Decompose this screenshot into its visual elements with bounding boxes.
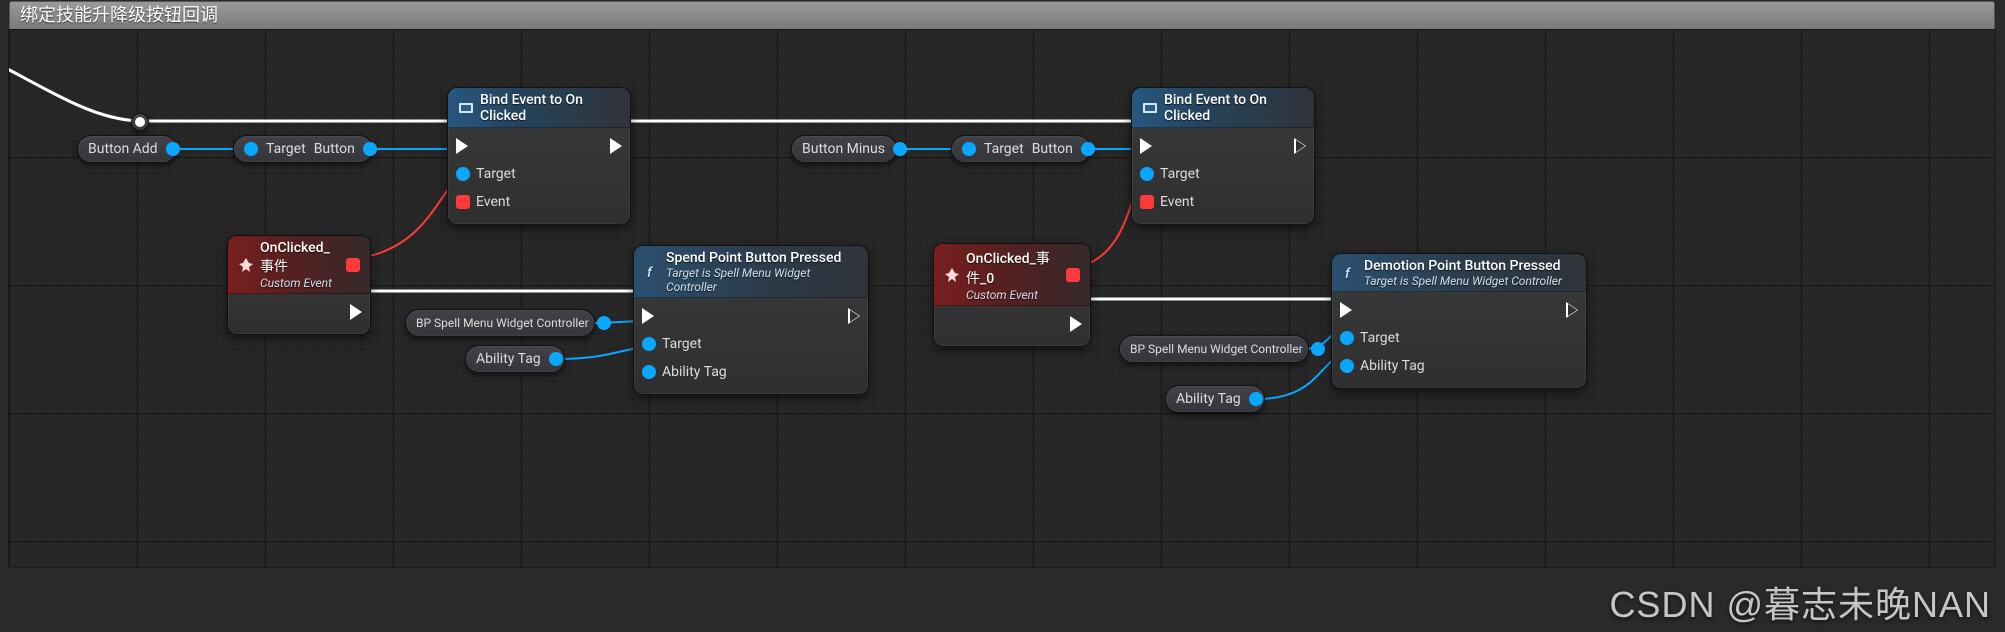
comment-title[interactable]: 绑定技能升降级按钮回调 xyxy=(9,1,1995,29)
watermark: CSDN @暮志未晚NAN xyxy=(1609,576,1991,628)
svg-text:f: f xyxy=(1345,266,1351,281)
ability-tag-pin[interactable] xyxy=(642,365,656,379)
variable-button-add[interactable]: Button Add xyxy=(77,135,177,163)
function-icon: f xyxy=(1342,265,1358,281)
node-title: OnClicked_事件 xyxy=(260,240,330,275)
pill-label-target: Target xyxy=(266,141,306,157)
exec-out-pin[interactable] xyxy=(610,138,622,154)
node-header[interactable]: Bind Event to On Clicked xyxy=(1132,88,1314,128)
variable-ability-tag-1[interactable]: Ability Tag xyxy=(465,345,565,373)
exec-out-pin[interactable] xyxy=(1294,138,1306,154)
variable-controller-2[interactable]: BP Spell Menu Widget Controller xyxy=(1119,335,1309,363)
variable-ability-tag-2[interactable]: Ability Tag xyxy=(1165,385,1265,413)
svg-text:f: f xyxy=(647,265,653,280)
node-header[interactable]: OnClicked_事件_0 Custom Event xyxy=(934,244,1090,306)
output-pin[interactable] xyxy=(1081,142,1095,156)
output-pin[interactable] xyxy=(597,316,611,330)
pill-label-button: Button xyxy=(1032,141,1073,157)
pin-label: Target xyxy=(1360,330,1400,346)
node-custom-event-onclicked-1[interactable]: OnClicked_事件 Custom Event xyxy=(227,235,371,335)
node-header[interactable]: OnClicked_事件 Custom Event xyxy=(228,236,370,294)
pill-label: Ability Tag xyxy=(1176,391,1241,407)
node-subtitle: Target is Spell Menu Widget Controller xyxy=(1364,274,1562,288)
function-icon: f xyxy=(644,264,660,280)
output-pin[interactable] xyxy=(1311,342,1325,356)
delegate-out-pin[interactable] xyxy=(346,258,360,272)
node-subtitle: Custom Event xyxy=(260,276,340,290)
pin-label: Event xyxy=(1160,194,1194,210)
conversion-target-button-1[interactable]: Target Button xyxy=(233,135,373,163)
node-title: Spend Point Button Pressed xyxy=(666,250,841,266)
variable-controller-1[interactable]: BP Spell Menu Widget Controller xyxy=(405,309,595,337)
node-spend-point-button-pressed[interactable]: f Spend Point Button Pressed Target is S… xyxy=(633,245,869,395)
node-bind-event-onclicked-1[interactable]: Bind Event to On Clicked Target Event xyxy=(447,87,631,225)
ability-tag-pin[interactable] xyxy=(1340,359,1354,373)
target-pin[interactable] xyxy=(642,337,656,351)
node-custom-event-onclicked-2[interactable]: OnClicked_事件_0 Custom Event xyxy=(933,243,1091,347)
exec-in-pin[interactable] xyxy=(642,308,654,324)
input-pin[interactable] xyxy=(244,142,258,156)
target-pin[interactable] xyxy=(1140,167,1154,181)
pill-label: Ability Tag xyxy=(476,351,541,367)
node-subtitle: Target is Spell Menu Widget Controller xyxy=(666,266,858,294)
exec-in-pin[interactable] xyxy=(456,138,468,154)
pin-label: Event xyxy=(476,194,510,210)
output-pin[interactable] xyxy=(1249,392,1263,406)
bind-icon xyxy=(1142,100,1158,116)
pill-label: Button Minus xyxy=(802,141,885,157)
output-pin[interactable] xyxy=(893,142,907,156)
output-pin[interactable] xyxy=(166,142,180,156)
bind-icon xyxy=(458,100,474,116)
exec-out-pin[interactable] xyxy=(350,304,362,320)
event-icon xyxy=(944,267,960,283)
pin-label: Target xyxy=(476,166,516,182)
pill-label: BP Spell Menu Widget Controller xyxy=(1130,342,1303,356)
exec-out-pin[interactable] xyxy=(1070,316,1082,332)
pin-label: Target xyxy=(1160,166,1200,182)
target-pin[interactable] xyxy=(456,167,470,181)
node-subtitle: Custom Event xyxy=(966,288,1060,302)
pin-label: Ability Tag xyxy=(1360,358,1425,374)
pill-label: Button Add xyxy=(88,141,158,157)
input-pin[interactable] xyxy=(962,142,976,156)
exec-pin[interactable] xyxy=(135,117,145,127)
pill-label-target: Target xyxy=(984,141,1024,157)
conversion-target-button-2[interactable]: Target Button xyxy=(951,135,1091,163)
node-header[interactable]: f Spend Point Button Pressed Target is S… xyxy=(634,246,868,298)
event-pin[interactable] xyxy=(456,195,470,209)
delegate-out-pin[interactable] xyxy=(1066,268,1080,282)
node-title: Bind Event to On Clicked xyxy=(480,92,620,124)
pin-label: Target xyxy=(662,336,702,352)
exec-in-pin[interactable] xyxy=(1340,302,1352,318)
output-pin[interactable] xyxy=(549,352,563,366)
variable-button-minus[interactable]: Button Minus xyxy=(791,135,897,163)
blueprint-graph[interactable]: 绑定技能升降级按钮回调 Butt xyxy=(8,28,1996,568)
node-demotion-point-button-pressed[interactable]: f Demotion Point Button Pressed Target i… xyxy=(1331,253,1587,389)
node-header[interactable]: f Demotion Point Button Pressed Target i… xyxy=(1332,254,1586,292)
node-header[interactable]: Bind Event to On Clicked xyxy=(448,88,630,128)
pin-label: Ability Tag xyxy=(662,364,727,380)
event-icon xyxy=(238,257,254,273)
pill-label: BP Spell Menu Widget Controller xyxy=(416,316,589,330)
exec-out-pin[interactable] xyxy=(848,308,860,324)
pill-label-button: Button xyxy=(314,141,355,157)
target-pin[interactable] xyxy=(1340,331,1354,345)
event-pin[interactable] xyxy=(1140,195,1154,209)
node-bind-event-onclicked-2[interactable]: Bind Event to On Clicked Target Event xyxy=(1131,87,1315,225)
node-title: Demotion Point Button Pressed xyxy=(1364,258,1561,274)
reroute-node[interactable] xyxy=(131,113,149,131)
exec-out-pin[interactable] xyxy=(1566,302,1578,318)
output-pin[interactable] xyxy=(363,142,377,156)
exec-in-pin[interactable] xyxy=(1140,138,1152,154)
node-title: OnClicked_事件_0 xyxy=(966,251,1050,287)
node-title: Bind Event to On Clicked xyxy=(1164,92,1304,124)
